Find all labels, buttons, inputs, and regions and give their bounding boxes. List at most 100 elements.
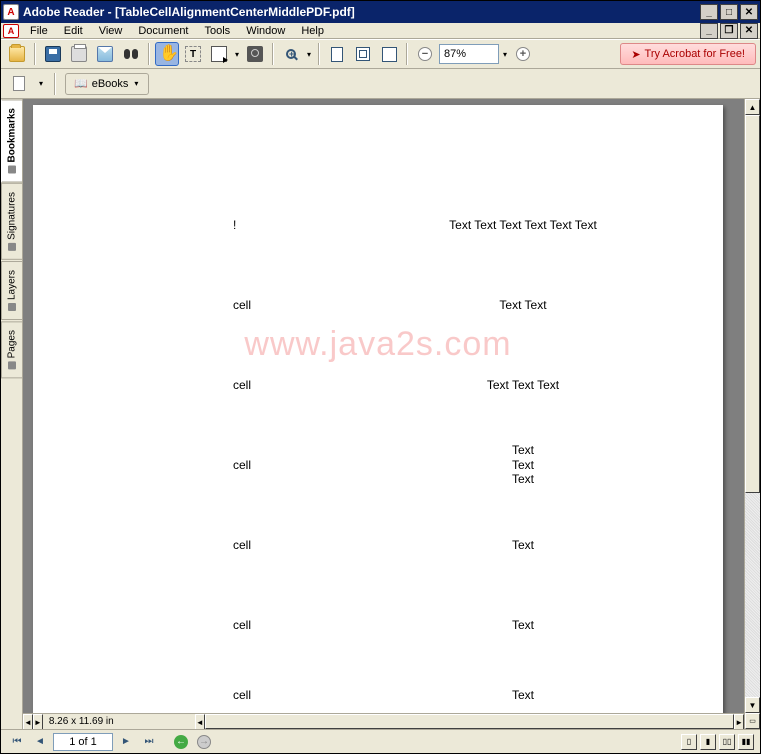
mdi-minimize-button[interactable]: _ xyxy=(700,23,718,39)
separator xyxy=(54,73,56,95)
table-row: cellTextTextText xyxy=(233,425,713,505)
document-viewport[interactable]: www.java2s.com !Text Text Text Text Text… xyxy=(23,99,744,713)
close-button[interactable]: ✕ xyxy=(740,4,758,20)
menu-edit[interactable]: Edit xyxy=(57,24,90,38)
menu-help[interactable]: Help xyxy=(294,24,331,38)
zoom-preset-dropdown[interactable]: ▾ xyxy=(501,50,509,59)
vertical-scrollbar: ▲ ▼ ▭ xyxy=(744,99,760,729)
vscroll-up-button[interactable]: ▲ xyxy=(745,99,760,115)
how-to-dropdown[interactable]: ▾ xyxy=(37,79,45,88)
tab-layers[interactable]: Layers xyxy=(1,261,22,320)
prev-page-button[interactable]: ◄ xyxy=(30,733,50,751)
page-number-input[interactable] xyxy=(53,733,113,751)
fit-width-button[interactable] xyxy=(377,42,401,66)
table-row: cellText Text xyxy=(233,265,713,345)
page-layout-facing-button[interactable]: ▯▯ xyxy=(719,734,735,750)
save-button[interactable] xyxy=(41,42,65,66)
cell-right: Text Text Text Text Text Text xyxy=(333,218,713,232)
pages-icon xyxy=(8,362,16,370)
pdf-page: www.java2s.com !Text Text Text Text Text… xyxy=(33,105,723,713)
try-acrobat-label: Try Acrobat for Free! xyxy=(645,48,745,60)
cell-right: Text xyxy=(333,618,713,632)
mdi-close-button[interactable]: ✕ xyxy=(740,23,758,39)
acrobat-arrow-icon: ➤ xyxy=(631,48,640,61)
maximize-button[interactable]: □ xyxy=(720,4,738,20)
hand-tool-button[interactable]: ✋ xyxy=(155,42,179,66)
minimize-button[interactable]: _ xyxy=(700,4,718,20)
binoculars-icon xyxy=(123,46,139,62)
cell-left: cell xyxy=(233,538,333,552)
cell-left: cell xyxy=(233,618,333,632)
menu-file[interactable]: File xyxy=(23,24,55,38)
page-layout-continuous-button[interactable]: ▮ xyxy=(700,734,716,750)
window-title: Adobe Reader - [TableCellAlignmentCenter… xyxy=(23,5,700,19)
forward-icon: → xyxy=(197,735,211,749)
fit-width-icon xyxy=(382,47,397,62)
fit-page-button[interactable] xyxy=(351,42,375,66)
first-page-button[interactable]: ⏮ xyxy=(7,733,27,751)
hscroll-thumb[interactable] xyxy=(205,714,734,729)
menu-document[interactable]: Document xyxy=(131,24,195,38)
hscroll-right-button[interactable]: ► xyxy=(734,714,744,729)
select-button[interactable] xyxy=(207,42,231,66)
print-button[interactable] xyxy=(67,42,91,66)
scroll-right-end-button[interactable]: ► xyxy=(33,714,43,729)
zoom-in-button[interactable] xyxy=(279,42,303,66)
last-page-button[interactable]: ⏭ xyxy=(139,733,159,751)
vscroll-track[interactable] xyxy=(745,115,760,697)
zoom-dropdown[interactable]: ▾ xyxy=(305,50,313,59)
prev-view-button[interactable]: ← xyxy=(171,733,191,751)
secondary-toolbar: ▾ 📖 eBooks ▾ xyxy=(1,69,760,99)
tab-signatures-label: Signatures xyxy=(7,192,18,240)
content-table: !Text Text Text Text Text Text cellText … xyxy=(233,185,713,713)
vscroll-thumb[interactable] xyxy=(745,115,760,493)
tab-pages-label: Pages xyxy=(7,330,18,358)
try-acrobat-button[interactable]: ➤ Try Acrobat for Free! xyxy=(620,43,756,65)
plus-icon: + xyxy=(516,47,530,61)
hscroll-left-button[interactable]: ◄ xyxy=(195,714,205,729)
titlebar: A Adobe Reader - [TableCellAlignmentCent… xyxy=(1,1,760,23)
next-view-button[interactable]: → xyxy=(194,733,214,751)
tab-bookmarks[interactable]: Bookmarks xyxy=(1,99,22,182)
cell-right: Text xyxy=(333,538,713,552)
ebooks-button[interactable]: 📖 eBooks ▾ xyxy=(65,73,149,95)
tab-pages[interactable]: Pages xyxy=(1,321,22,378)
separator xyxy=(272,43,274,65)
snapshot-button[interactable] xyxy=(243,42,267,66)
menu-view[interactable]: View xyxy=(92,24,130,38)
select-dropdown[interactable]: ▾ xyxy=(233,50,241,59)
table-row: cellText xyxy=(233,665,713,713)
horizontal-scroll-row: ◄ ► 8.26 x 11.69 in ◄ ► xyxy=(23,713,744,729)
minus-icon: − xyxy=(418,47,432,61)
menubar: File Edit View Document Tools Window Hel… xyxy=(23,24,331,38)
menubar-row: A File Edit View Document Tools Window H… xyxy=(1,23,760,39)
search-button[interactable] xyxy=(119,42,143,66)
next-page-button[interactable]: ► xyxy=(116,733,136,751)
menu-tools[interactable]: Tools xyxy=(198,24,238,38)
vscroll-down-button[interactable]: ▼ xyxy=(745,697,760,713)
menu-window[interactable]: Window xyxy=(239,24,292,38)
page-layout-single-button[interactable]: ▯ xyxy=(681,734,697,750)
print-icon xyxy=(71,46,87,62)
text-select-button[interactable]: T xyxy=(181,42,205,66)
separator xyxy=(148,43,150,65)
main-toolbar: ✋ T ▾ ▾ − ▾ + ➤ Try Acrobat for Free! xyxy=(1,39,760,69)
actual-size-button[interactable] xyxy=(325,42,349,66)
scroll-mode-button[interactable]: ▭ xyxy=(745,713,760,729)
app-icon: A xyxy=(3,4,19,20)
cell-left: ! xyxy=(233,218,333,232)
cell-right: Text xyxy=(333,688,713,702)
page-layout-continuous-facing-button[interactable]: ▮▮ xyxy=(738,734,754,750)
hscroll-track[interactable] xyxy=(205,714,734,729)
layers-icon xyxy=(8,303,16,311)
email-button[interactable] xyxy=(93,42,117,66)
zoom-input[interactable] xyxy=(439,44,499,64)
scroll-left-button[interactable]: ◄ xyxy=(23,714,33,729)
mdi-restore-button[interactable]: ❐ xyxy=(720,23,738,39)
statusbar: ⏮ ◄ ► ⏭ ← → ▯ ▮ ▯▯ ▮▮ xyxy=(1,729,760,753)
tab-signatures[interactable]: Signatures xyxy=(1,183,22,260)
zoom-out-button[interactable]: − xyxy=(413,42,437,66)
zoom-in-step-button[interactable]: + xyxy=(511,42,535,66)
open-button[interactable] xyxy=(5,42,29,66)
how-to-button[interactable] xyxy=(7,72,31,96)
